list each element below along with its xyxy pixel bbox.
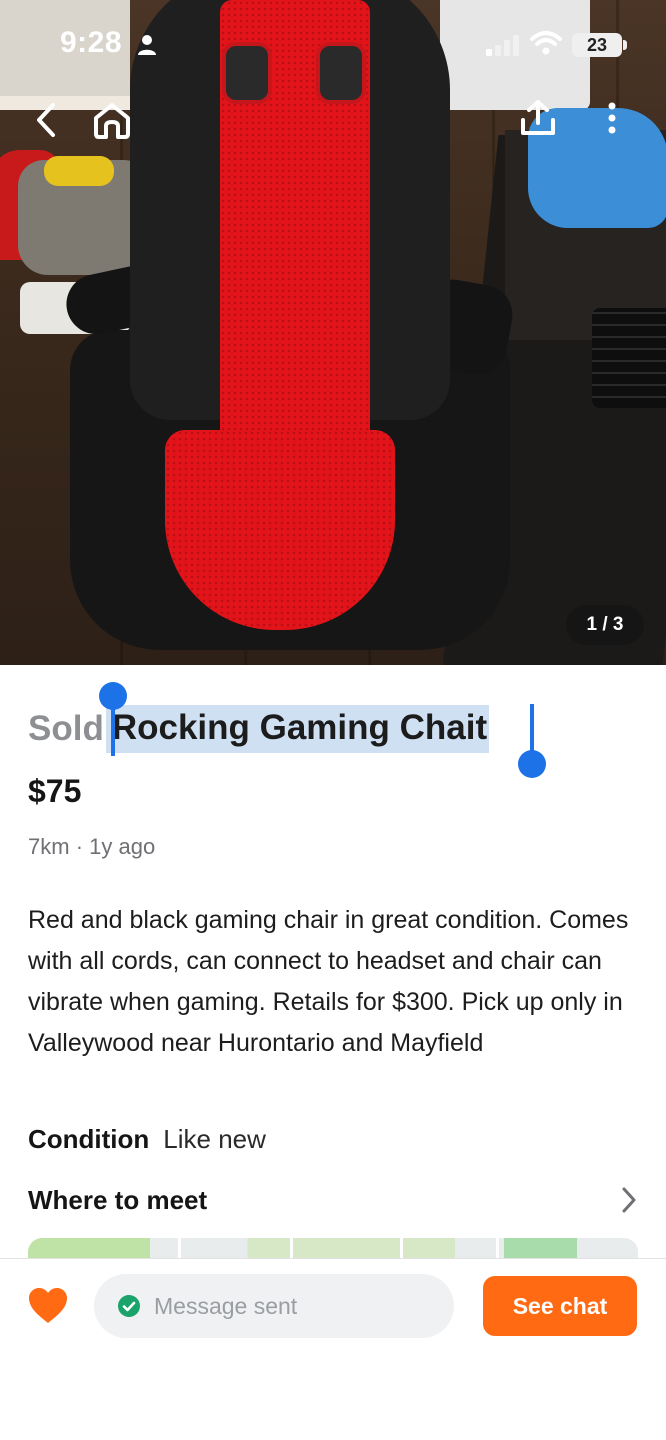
selection-handle-start[interactable] xyxy=(99,682,127,710)
where-to-meet-label: Where to meet xyxy=(28,1184,208,1215)
condition-label: Condition xyxy=(28,1124,150,1154)
sold-label: Sold xyxy=(28,709,104,748)
home-button[interactable] xyxy=(88,96,136,144)
chevron-right-icon xyxy=(622,1187,636,1213)
status-bar: 9:28 23 xyxy=(0,0,666,90)
map-road xyxy=(178,1238,181,1260)
status-time: 9:28 xyxy=(60,26,123,59)
listing-meta: 7km · 1y ago xyxy=(28,834,155,860)
message-status-text: Message sent xyxy=(154,1292,298,1319)
selected-title-text[interactable]: Rocking Gaming Chait xyxy=(105,705,490,753)
condition-value: Like new xyxy=(163,1124,266,1154)
wifi-icon xyxy=(530,31,562,55)
listing-title[interactable]: Sold Rocking Gaming Chait xyxy=(28,704,490,754)
heart-icon xyxy=(29,1288,67,1323)
battery-tip xyxy=(623,40,627,50)
share-icon xyxy=(521,100,555,135)
condition-row: Condition Like new xyxy=(28,1124,266,1155)
more-vertical-icon xyxy=(608,102,616,134)
meta-separator: · xyxy=(75,834,84,859)
more-options-button[interactable] xyxy=(596,94,628,142)
listing-distance: 7km xyxy=(28,834,70,859)
map-road xyxy=(496,1238,499,1260)
listing-posted-time: 1y ago xyxy=(89,834,156,859)
favorite-button[interactable] xyxy=(26,1284,70,1328)
listing-description: Red and black gaming chair in great cond… xyxy=(28,906,629,1057)
message-status-field[interactable]: Message sent xyxy=(94,1274,454,1338)
photo-counter: 1 / 3 xyxy=(566,605,644,645)
check-circle-icon xyxy=(118,1295,140,1317)
person-icon xyxy=(138,35,156,55)
keyboard xyxy=(592,308,666,408)
back-button[interactable] xyxy=(24,96,68,144)
clothes-pile-yellow xyxy=(44,156,114,186)
back-chevron-icon xyxy=(37,103,55,137)
signal-icon xyxy=(486,35,519,56)
map-road xyxy=(400,1238,403,1260)
share-button[interactable] xyxy=(514,94,562,142)
meet-location-map[interactable] xyxy=(28,1238,638,1260)
selection-handle-end[interactable] xyxy=(518,750,546,778)
see-chat-button[interactable]: See chat xyxy=(483,1276,637,1336)
battery-icon: 23 xyxy=(572,33,622,57)
listing-price: $75 xyxy=(28,773,82,809)
map-road xyxy=(290,1238,293,1260)
where-to-meet-row[interactable]: Where to meet xyxy=(28,1180,638,1220)
home-icon xyxy=(94,103,130,139)
